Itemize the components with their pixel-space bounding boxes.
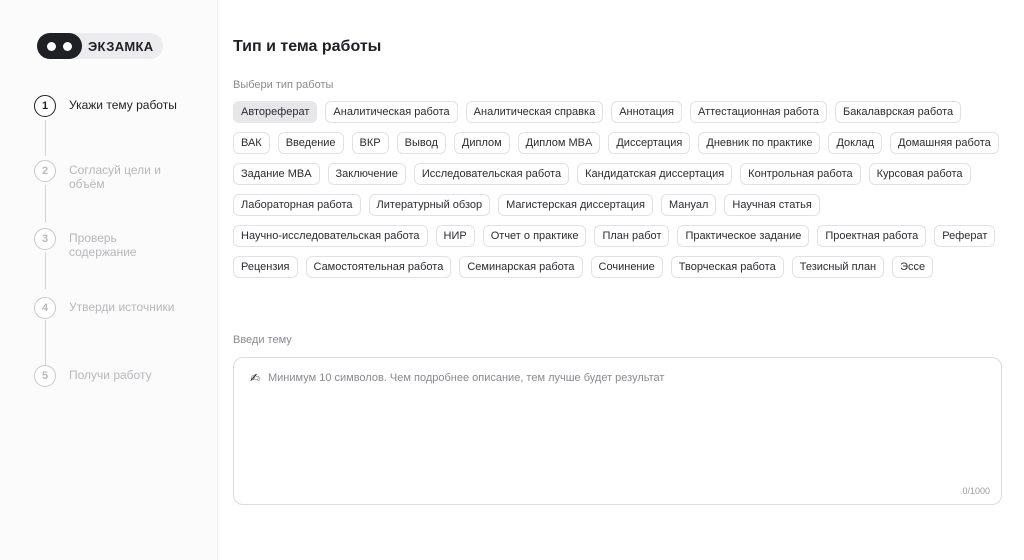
type-chip[interactable]: Диплом (453, 132, 510, 154)
type-chip[interactable]: Заключение (327, 163, 406, 185)
step-number: 3 (34, 228, 56, 250)
type-chip[interactable]: Научно-исследовательская работа (233, 225, 428, 247)
step-connector (45, 320, 46, 367)
type-chip[interactable]: Аттестационная работа (689, 101, 827, 123)
type-chip[interactable]: НИР (435, 225, 475, 247)
step-3[interactable]: 3 Проверь содержание (34, 228, 159, 259)
logo-eyes-icon (37, 33, 82, 59)
type-chip[interactable]: Аналитическая работа (325, 101, 458, 123)
type-chip[interactable]: Научная статья (724, 194, 820, 216)
type-chip[interactable]: Введение (277, 132, 344, 154)
step-label: Согласуй цели и объём (69, 163, 161, 191)
type-chip[interactable]: Отчет о практике (482, 225, 587, 247)
type-chip[interactable]: Творческая работа (670, 256, 784, 278)
type-chip[interactable]: Диплом MBA (517, 132, 601, 154)
step-5[interactable]: 5 Получи работу (34, 365, 189, 387)
type-chip[interactable]: Семинарская работа (459, 256, 583, 278)
type-chip[interactable]: Диссертация (608, 132, 691, 154)
topic-input[interactable] (248, 370, 988, 480)
type-chip[interactable]: Рецензия (233, 256, 298, 278)
topic-label: Введи тему (233, 334, 292, 346)
topic-field[interactable]: ✍ 0/1000 (233, 357, 1002, 505)
type-chip[interactable]: Практическое задание (677, 225, 810, 247)
step-number: 1 (34, 95, 56, 117)
logo-eye-icon (47, 41, 56, 51)
type-chip[interactable]: Дневник по практике (698, 132, 821, 154)
type-chip[interactable]: Контрольная работа (740, 163, 861, 185)
step-label: Получи работу (69, 368, 152, 382)
type-chip[interactable]: Самостоятельная работа (305, 256, 452, 278)
step-4[interactable]: 4 Утверди источники (34, 297, 209, 319)
type-chip[interactable]: Мануал (661, 194, 717, 216)
step-number: 2 (34, 160, 56, 182)
type-chip[interactable]: Лабораторная работа (233, 194, 361, 216)
type-chip[interactable]: Сочинение (590, 256, 663, 278)
brand-logo[interactable]: ЭКЗАМКА (37, 33, 163, 59)
sidebar: ЭКЗАМКА 1 Укажи тему работы 2 Согласуй ц… (0, 0, 218, 560)
step-label: Проверь содержание (69, 231, 137, 259)
type-chip[interactable]: Задание MBA (233, 163, 320, 185)
type-chip[interactable]: ВАК (233, 132, 270, 154)
type-chip[interactable]: Аннотация (611, 101, 682, 123)
step-2[interactable]: 2 Согласуй цели и объём (34, 160, 179, 191)
logo-eye-icon (63, 41, 72, 51)
step-label: Утверди источники (69, 300, 175, 314)
char-counter: 0/1000 (962, 486, 990, 496)
type-chip-list: Автореферат Аналитическая работа Аналитиче… (233, 101, 1002, 278)
step-number: 5 (34, 365, 56, 387)
type-chip[interactable]: Литературный обзор (368, 194, 491, 216)
step-connector (45, 120, 46, 156)
type-chip[interactable]: План работ (594, 225, 670, 247)
type-chip[interactable]: Вывод (396, 132, 446, 154)
step-1[interactable]: 1 Укажи тему работы (34, 95, 189, 117)
type-chip[interactable]: Магистерская диссертация (498, 194, 653, 216)
type-chip[interactable]: Аналитическая справка (465, 101, 604, 123)
type-chip[interactable]: Доклад (828, 132, 883, 154)
type-chip[interactable]: Кандидатская диссертация (577, 163, 733, 185)
type-chip[interactable]: Бакалаврская работа (834, 101, 962, 123)
type-chip[interactable]: Исследовательская работа (413, 163, 570, 185)
type-chip[interactable]: Домашняя работа (890, 132, 999, 154)
type-label: Выбери тип работы (233, 79, 334, 91)
type-chip[interactable]: Тезисный план (791, 256, 885, 278)
type-chip[interactable]: Реферат (934, 225, 996, 247)
type-chip[interactable]: Автореферат (233, 101, 318, 123)
type-chip[interactable]: Проектная работа (817, 225, 927, 247)
brand-name: ЭКЗАМКА (88, 38, 154, 54)
type-chip[interactable]: ВКР (351, 132, 389, 154)
type-chip[interactable]: Эссе (892, 256, 934, 278)
page-title: Тип и тема работы (233, 38, 382, 55)
step-number: 4 (34, 297, 56, 319)
step-label: Укажи тему работы (69, 98, 177, 112)
type-chip[interactable]: Курсовая работа (868, 163, 971, 185)
